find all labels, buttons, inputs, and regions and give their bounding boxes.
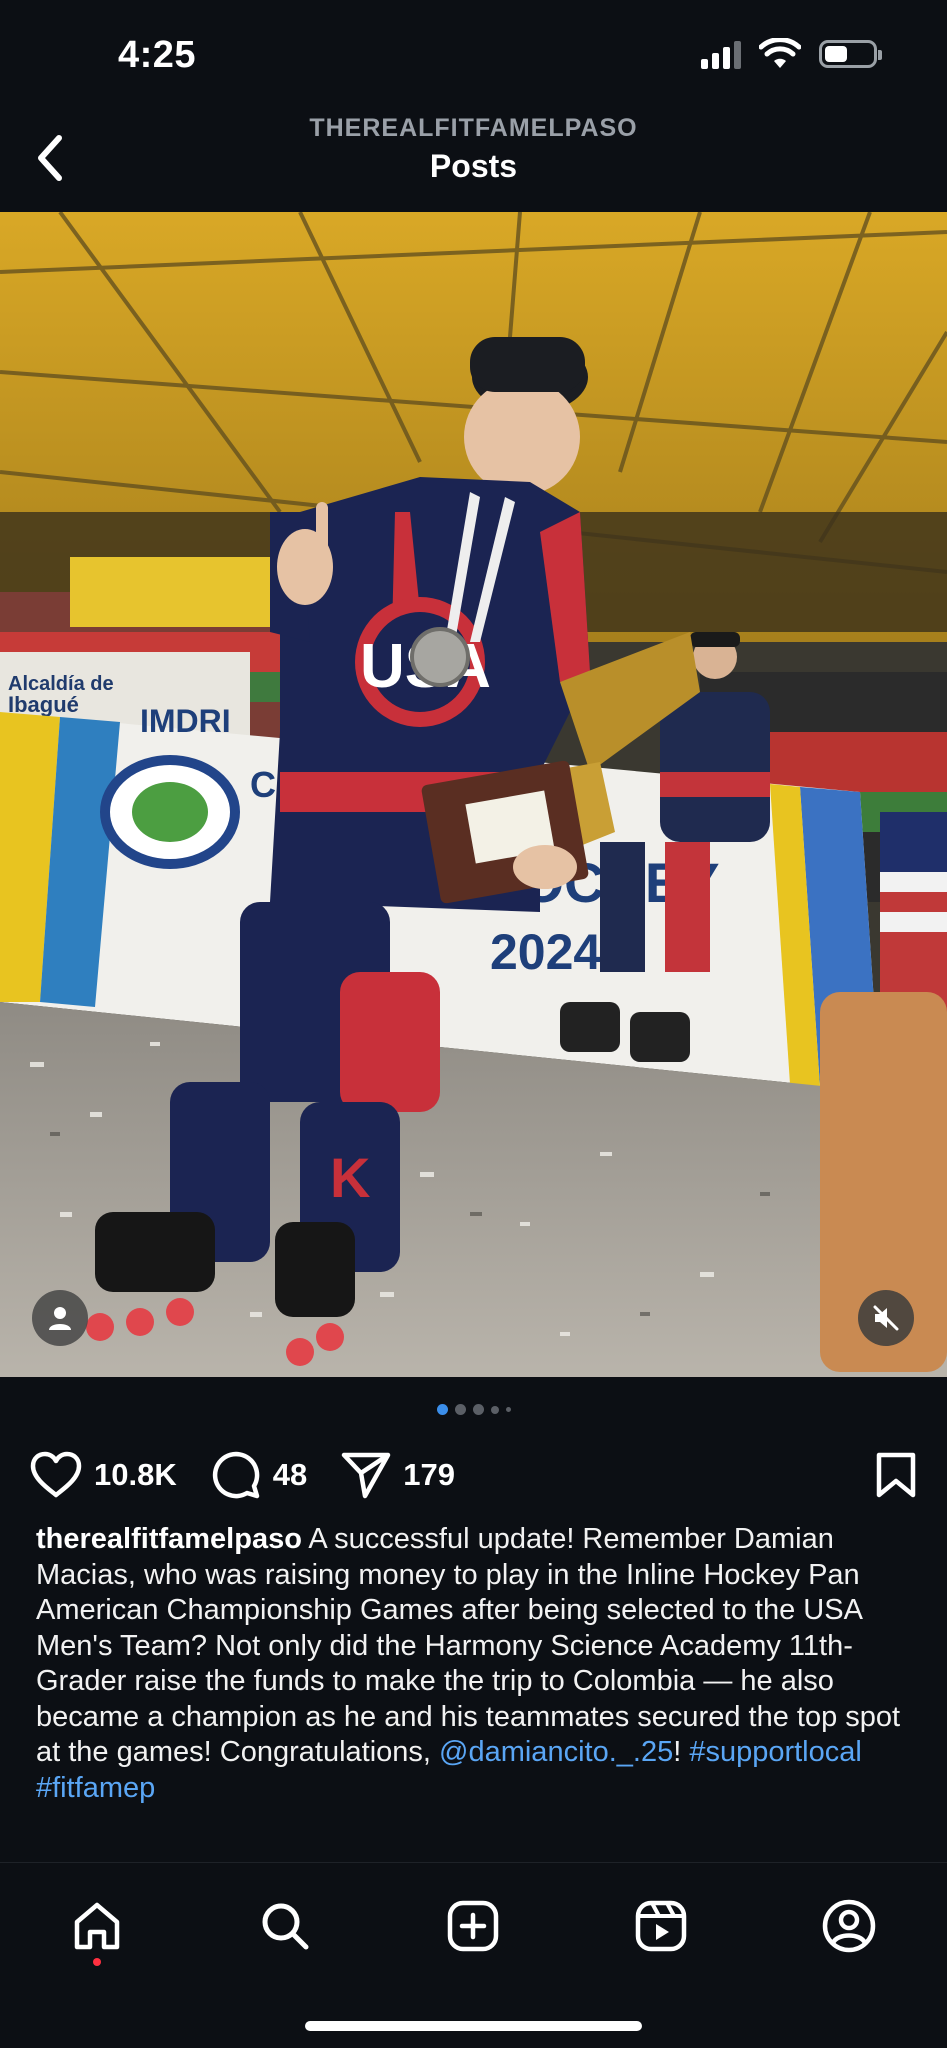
- carousel-dot: [490, 1405, 499, 1414]
- carousel-dot: [505, 1407, 511, 1412]
- nav-search[interactable]: [250, 1891, 320, 1961]
- cellular-signal-icon: [701, 39, 741, 69]
- page-title: Posts: [429, 148, 518, 184]
- caption-after-mention: !: [673, 1736, 690, 1768]
- heart-icon: [30, 1451, 82, 1498]
- svg-text:K: K: [330, 1146, 370, 1209]
- carousel-dot-active: [436, 1404, 448, 1415]
- home-icon: [74, 1902, 120, 1950]
- nav-profile[interactable]: [814, 1891, 884, 1961]
- nav-reels[interactable]: [626, 1891, 696, 1961]
- hashtag-link[interactable]: #supportlocal: [689, 1736, 862, 1768]
- bookmark-icon: [876, 1452, 916, 1498]
- carousel-indicator: [0, 1404, 947, 1415]
- carousel-dot: [454, 1404, 466, 1415]
- like-button[interactable]: 10.8K: [30, 1451, 177, 1499]
- comment-icon: [212, 1451, 260, 1499]
- post-photo: Alcaldía de Ibagué IMDRI CA HOCKEY 2024: [0, 212, 947, 1377]
- carousel-dot: [472, 1404, 484, 1415]
- status-time: 4:25: [118, 34, 197, 76]
- send-icon: [341, 1452, 391, 1499]
- post-caption: therealfitfamelpaso A successful update!…: [36, 1522, 916, 1806]
- comment-button[interactable]: 48: [211, 1450, 307, 1500]
- nav-create[interactable]: [438, 1891, 508, 1961]
- caption-username[interactable]: therealfitfamelpaso: [36, 1523, 302, 1555]
- notification-dot: [93, 1958, 101, 1966]
- share-button[interactable]: 179: [341, 1451, 455, 1499]
- status-bar: 4:25: [0, 0, 947, 110]
- home-indicator[interactable]: [305, 2021, 642, 2031]
- nav-home[interactable]: [62, 1891, 132, 1961]
- battery-icon: [819, 40, 882, 68]
- mute-button[interactable]: [858, 1290, 914, 1346]
- reels-icon: [635, 1900, 687, 1952]
- comments-count: 48: [272, 1457, 308, 1492]
- tagged-users-button[interactable]: [32, 1290, 88, 1346]
- person-icon: [49, 1307, 71, 1330]
- header-username[interactable]: THEREALFITFAMELPASO: [0, 114, 947, 143]
- bottom-navigation: [0, 1862, 947, 2048]
- post-actions: 10.8K 48 179: [30, 1445, 917, 1505]
- create-post-icon: [447, 1900, 499, 1952]
- speaker-muted-icon: [873, 1305, 899, 1331]
- wifi-icon: [759, 38, 801, 68]
- banner-year-text: 2024: [490, 924, 601, 980]
- post-image[interactable]: Alcaldía de Ibagué IMDRI CA HOCKEY 2024: [0, 212, 947, 1377]
- profile-icon: [822, 1899, 876, 1953]
- save-button[interactable]: [875, 1451, 917, 1504]
- likes-count[interactable]: 10.8K: [94, 1457, 177, 1493]
- svg-text:Ibagué: Ibagué: [8, 692, 79, 717]
- search-icon: [262, 1903, 309, 1950]
- caption-text: A successful update! Remember Damian Mac…: [36, 1523, 901, 1768]
- status-icons: [701, 38, 882, 70]
- hashtag-link[interactable]: #fitfamep: [36, 1772, 155, 1804]
- shares-count: 179: [403, 1457, 455, 1492]
- post-header: THEREALFITFAMELPASO Posts: [0, 110, 947, 210]
- imdri-text: IMDRI: [140, 703, 231, 739]
- caption-mention[interactable]: @damiancito._.25: [439, 1736, 673, 1768]
